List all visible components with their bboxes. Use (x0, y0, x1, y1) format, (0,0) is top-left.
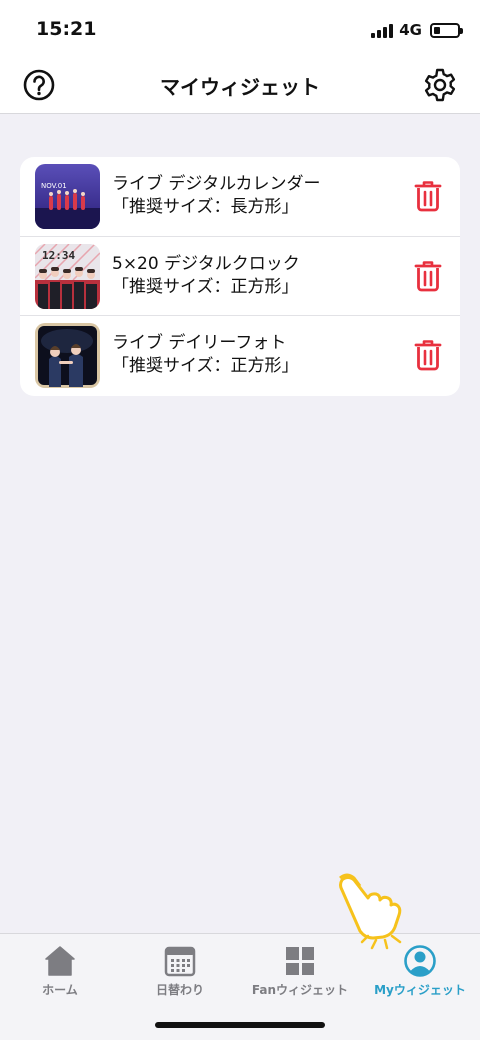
widget-size: 「推奨サイズ：正方形」 (112, 356, 299, 376)
widget-title: ライブ デジタルカレンダー (112, 174, 321, 194)
widget-info: ライブ デイリーフォト 「推奨サイズ：正方形」 (112, 332, 299, 378)
network-label: 4G (399, 21, 422, 39)
trash-icon[interactable] (414, 339, 442, 371)
live-photo-thumbnail: NOV.01 (35, 164, 100, 229)
tab-label: 日替わり (155, 983, 204, 997)
trash-icon[interactable] (414, 180, 442, 212)
daily-photo-thumbnail (35, 323, 100, 388)
list-item[interactable]: 12:34 5×20 デジタルクロック 「推奨サイズ：正方形」 (20, 236, 460, 315)
trash-icon[interactable] (414, 260, 442, 292)
status-bar: 15:21 4G (0, 0, 480, 58)
signal-icon (371, 22, 394, 38)
list-item[interactable]: ライブ デイリーフォト 「推奨サイズ：正方形」 (20, 315, 460, 394)
widget-title: ライブ デイリーフォト (112, 333, 287, 353)
status-time: 15:21 (36, 18, 97, 40)
thumb-label: NOV.01 (41, 182, 67, 190)
thumb-label: 12:34 (42, 249, 75, 262)
grid-icon (286, 947, 314, 975)
pointer-hand-icon (339, 873, 402, 950)
tab-home[interactable]: ホーム (0, 934, 120, 1014)
my-widget-list: NOV.01 ライブ デジタルカレンダー 「推奨サイズ：長方形」 12:34 5… (20, 157, 460, 396)
tab-daily[interactable]: 日替わり (120, 934, 240, 1014)
tab-label: Myウィジェット (374, 983, 466, 997)
widget-info: 5×20 デジタルクロック 「推奨サイズ：正方形」 (112, 253, 300, 299)
page-title: マイウィジェット (160, 75, 320, 99)
widget-title: 5×20 デジタルクロック (112, 254, 300, 274)
widget-size: 「推奨サイズ：正方形」 (112, 277, 299, 297)
clock-photo-thumbnail: 12:34 (35, 244, 100, 309)
battery-icon (430, 22, 463, 38)
home-icon (45, 946, 75, 976)
list-item[interactable]: NOV.01 ライブ デジタルカレンダー 「推奨サイズ：長方形」 (20, 157, 460, 236)
nav-header: マイウィジェット (0, 58, 480, 114)
tab-label: ホーム (42, 983, 78, 997)
calendar-icon (164, 946, 196, 977)
tab-label: Fanウィジェット (251, 983, 349, 997)
gear-icon[interactable] (422, 67, 458, 103)
home-indicator (155, 1022, 325, 1028)
status-indicators: 4G (371, 20, 463, 40)
widget-info: ライブ デジタルカレンダー 「推奨サイズ：長方形」 (112, 173, 321, 219)
widget-size: 「推奨サイズ：長方形」 (112, 197, 299, 217)
